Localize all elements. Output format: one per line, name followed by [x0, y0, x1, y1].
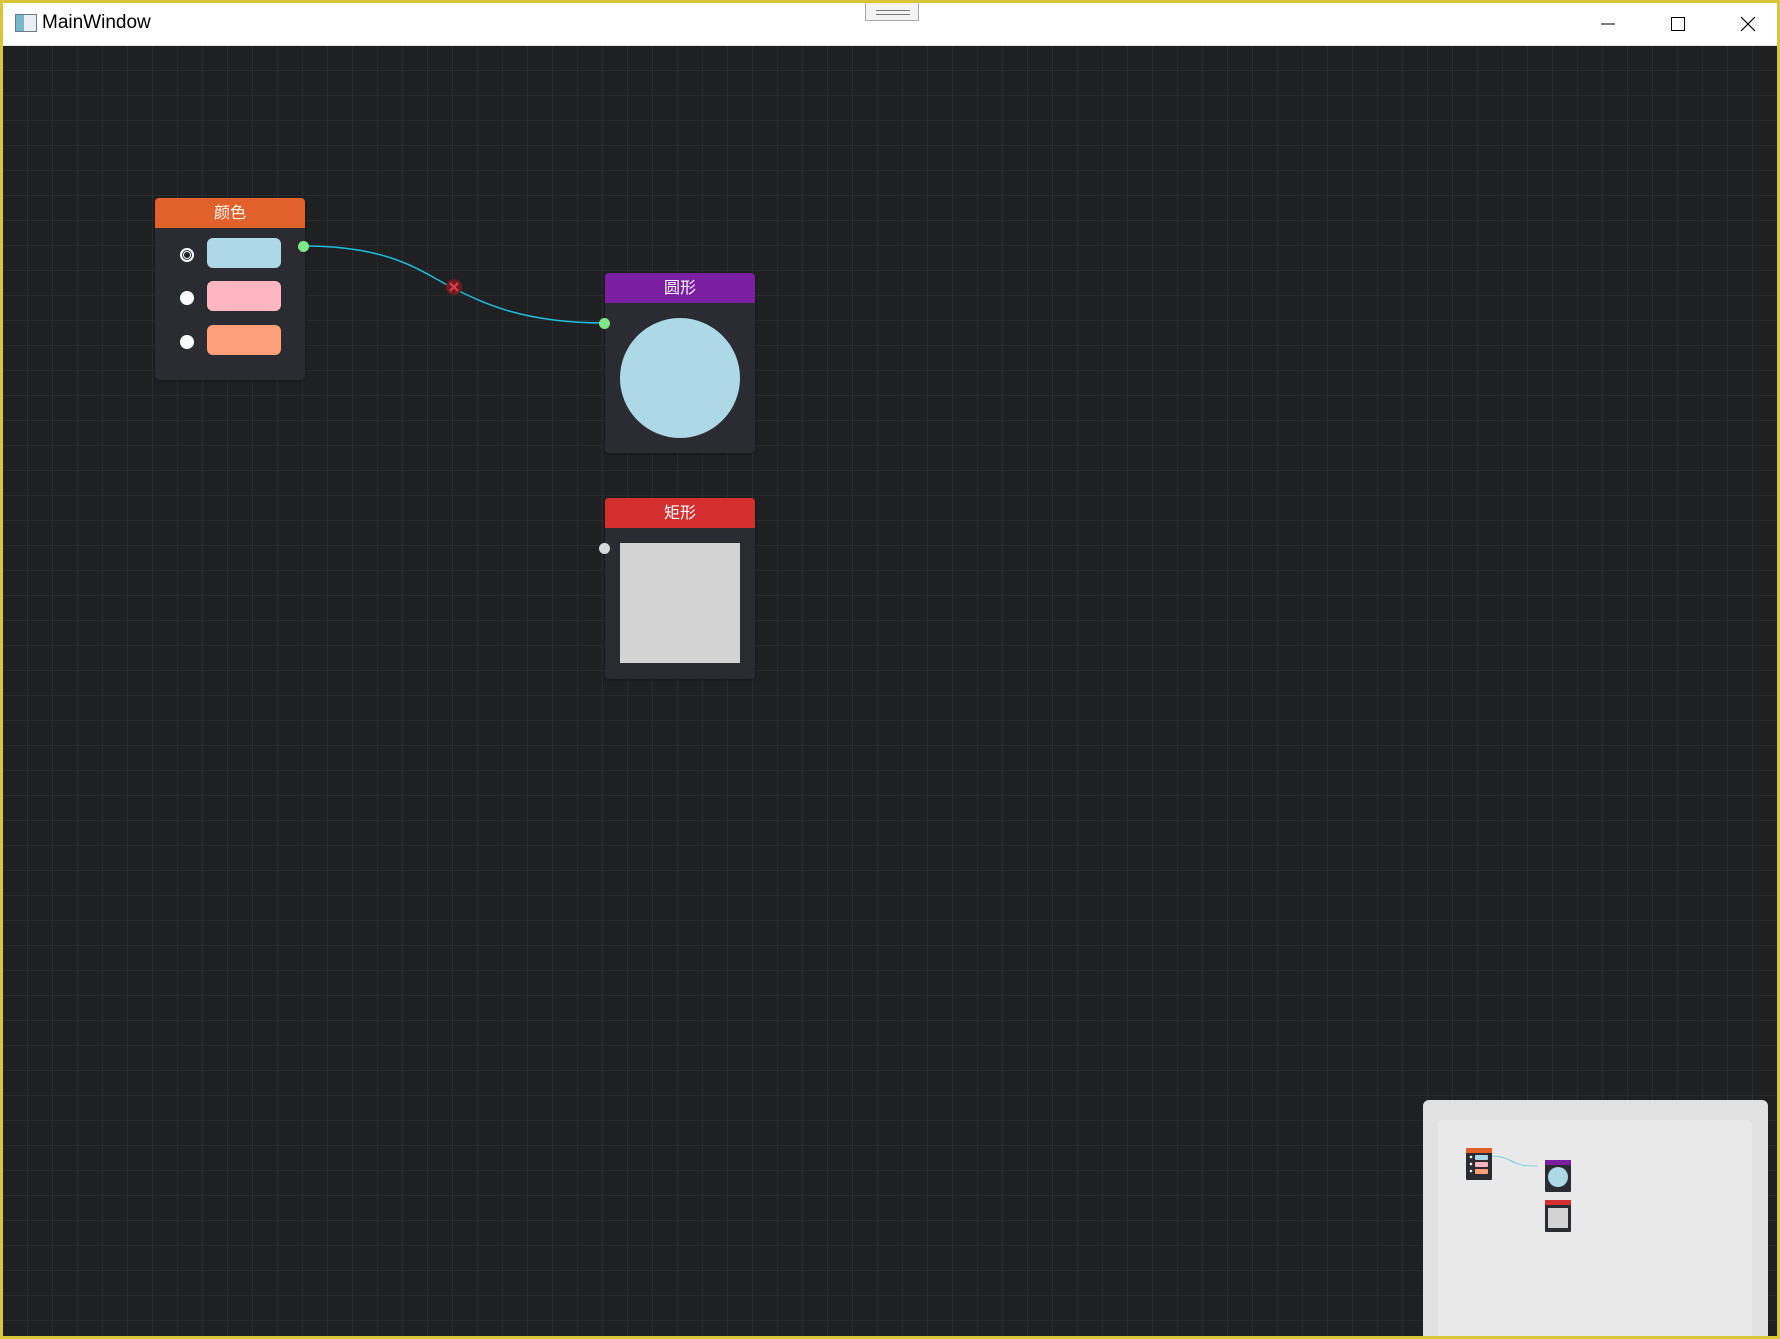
color-option-radio-1[interactable]	[180, 248, 194, 262]
app-icon	[15, 14, 37, 32]
close-icon	[1740, 16, 1756, 32]
maximize-button[interactable]	[1643, 3, 1713, 45]
circle-preview	[620, 318, 740, 438]
color-swatch-lightblue[interactable]	[207, 238, 281, 268]
color-option-radio-3[interactable]	[180, 335, 194, 349]
color-node-title: 颜色	[213, 203, 246, 222]
title-bar[interactable]: MainWindow	[3, 3, 1777, 46]
color-node[interactable]: 颜色	[155, 198, 309, 380]
window-title: MainWindow	[42, 12, 151, 33]
color-option-radio-2[interactable]	[180, 291, 194, 305]
rect-input-port[interactable]	[599, 543, 610, 554]
color-output-port[interactable]	[298, 241, 309, 252]
rect-preview	[620, 543, 740, 663]
minimize-button[interactable]	[1573, 3, 1643, 45]
rect-node-title: 矩形	[663, 503, 696, 522]
main-window: MainWindow 颜色 圆形 矩形	[0, 0, 1780, 1339]
close-button[interactable]	[1713, 3, 1777, 45]
color-swatch-salmon[interactable]	[207, 325, 281, 355]
circle-node-title: 圆形	[663, 278, 696, 297]
minimap[interactable]	[1423, 1100, 1768, 1336]
color-swatch-pink[interactable]	[207, 281, 281, 311]
titlebar-grip[interactable]	[865, 3, 919, 21]
node-editor-canvas[interactable]: 颜色 圆形 矩形	[3, 46, 1777, 1336]
color-node-header[interactable]: 颜色	[155, 198, 305, 228]
connection-delete-icon[interactable]	[446, 279, 462, 295]
maximize-icon	[1671, 17, 1685, 31]
rect-node[interactable]: 矩形	[599, 498, 755, 679]
circle-node[interactable]: 圆形	[599, 273, 755, 453]
minimap-content	[1466, 1148, 1571, 1232]
circle-input-port[interactable]	[599, 318, 610, 329]
minimap-viewport[interactable]	[1438, 1120, 1752, 1336]
circle-node-header[interactable]: 圆形	[605, 273, 755, 303]
minimize-icon	[1601, 23, 1615, 25]
rect-node-header[interactable]: 矩形	[605, 498, 755, 528]
